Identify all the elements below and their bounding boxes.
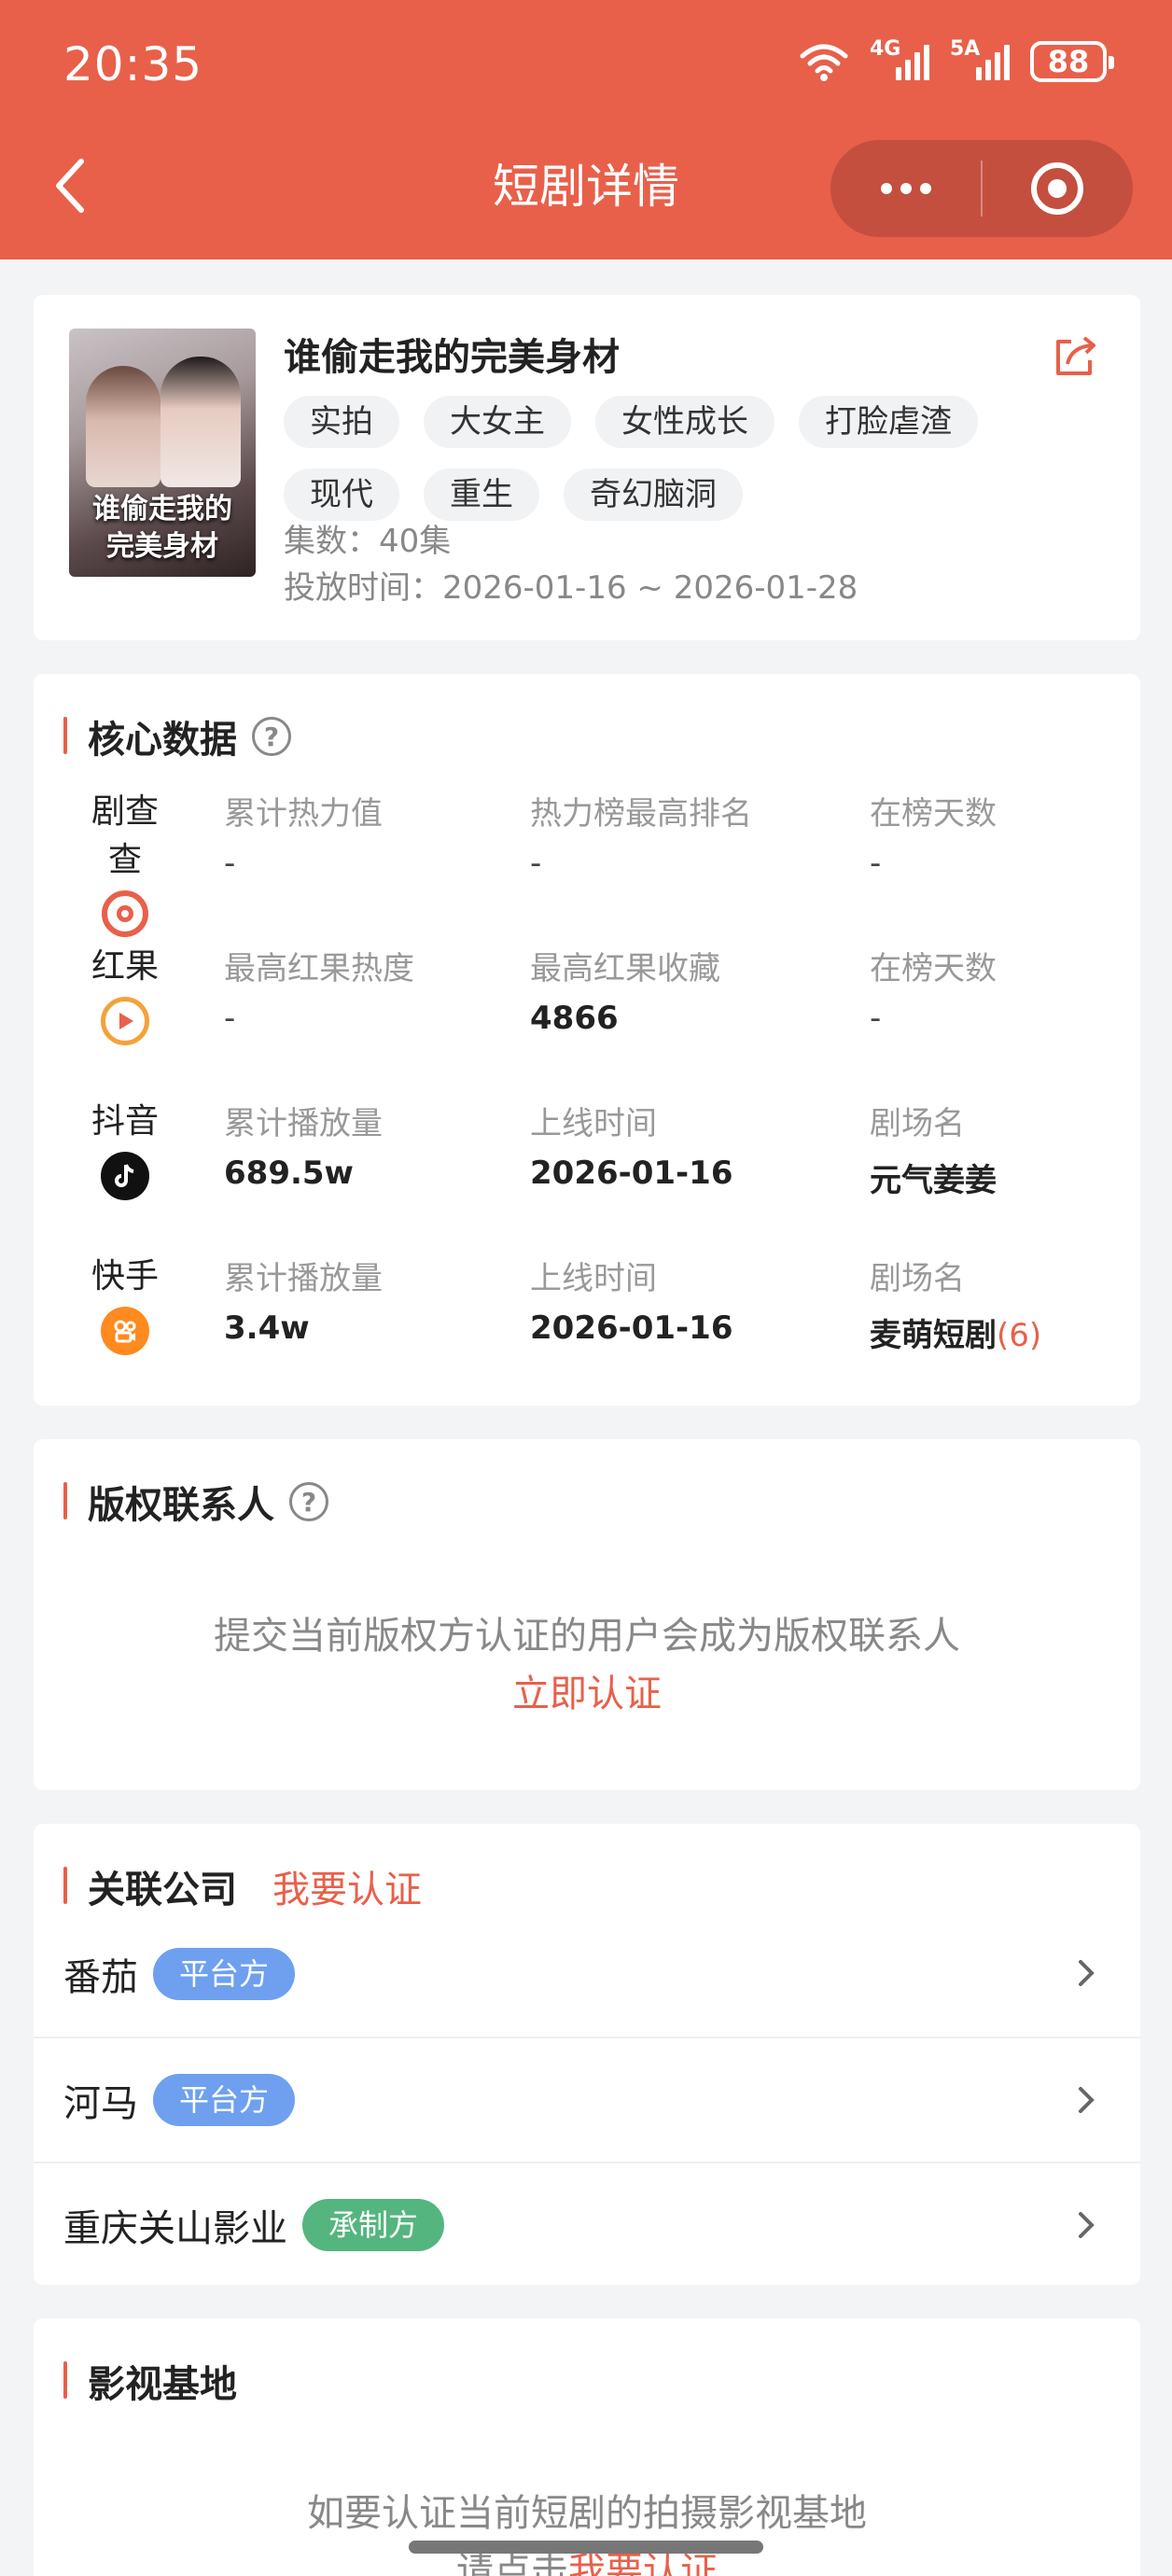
- platform-name: 剧查查: [91, 792, 159, 879]
- section-title: 版权联系人 ?: [88, 1475, 328, 1529]
- data-cell: 上线时间 2026-01-16: [530, 1260, 733, 1347]
- episode-count: 集数：40集: [284, 523, 452, 560]
- platform-row-douyin: 抖音 累计播放量 689.5w 上线时间 2026-01-16 剧场名 元气姜姜: [34, 1094, 1140, 1234]
- section-accent-bar: [63, 1482, 67, 1519]
- data-cell: 剧场名 元气姜姜: [870, 1105, 997, 1199]
- data-cell: 在榜天数 -: [870, 795, 997, 882]
- status-time: 20:35: [63, 37, 203, 91]
- studio-base-description: 如要认证当前短剧的拍摄影视基地: [307, 2492, 867, 2535]
- chevron-right-icon: [1079, 1960, 1095, 1986]
- claim-company-link[interactable]: 我要认证: [272, 1859, 422, 1913]
- battery-icon: 88: [1030, 41, 1114, 82]
- mini-program-capsule: [830, 140, 1133, 237]
- top-bar: 20:35 4G 5A 88 短剧详情: [0, 0, 1172, 259]
- company-item[interactable]: 番茄 平台方: [34, 1911, 1140, 2037]
- help-icon[interactable]: ?: [289, 1482, 328, 1521]
- tag-list: 实拍 大女主 女性成长 打脸虐渣 现代 重生 奇幻脑洞: [284, 396, 1105, 521]
- tag: 女性成长: [595, 396, 774, 448]
- company-item[interactable]: 重庆关山影业 承制方: [34, 2162, 1140, 2287]
- close-mini-program-button[interactable]: [983, 140, 1133, 237]
- company-name: 重庆关山影业: [63, 2207, 287, 2250]
- data-cell: 累计播放量 3.4w: [224, 1260, 383, 1347]
- company-name: 河马: [63, 2082, 138, 2125]
- section-accent-bar: [63, 717, 67, 754]
- more-button[interactable]: [830, 140, 981, 237]
- drama-poster[interactable]: 谁偷走我的 完美身材: [69, 329, 256, 577]
- theater-count: (6): [997, 1317, 1042, 1354]
- core-data-card: 核心数据 ? 剧查查 累计热力值 - 热力榜最高排名 - 在榜天数 - 红果 最高红果…: [34, 674, 1140, 1406]
- section-accent-bar: [63, 1867, 67, 1904]
- section-title: 影视基地: [88, 2354, 237, 2408]
- tag: 实拍: [284, 396, 399, 448]
- tag: 大女主: [424, 396, 571, 448]
- drama-title: 谁偷走我的完美身材: [284, 336, 620, 379]
- company-item[interactable]: 河马 平台方: [34, 2037, 1140, 2162]
- data-cell: 最高红果收藏 4866: [530, 950, 720, 1037]
- tag: 重生: [424, 469, 539, 521]
- juchacha-icon: [102, 890, 148, 937]
- role-badge: 平台方: [153, 2074, 296, 2126]
- release-period: 投放时间：2026-01-16 ~ 2026-01-28: [284, 569, 858, 607]
- poster-title-text: 谁偷走我的 完美身材: [92, 493, 232, 563]
- studio-base-title: 影视基地: [88, 2363, 237, 2406]
- data-cell: 在榜天数 -: [870, 950, 997, 1037]
- platform-name: 红果: [91, 947, 159, 986]
- claim-studio-link[interactable]: 我要认证: [568, 2550, 718, 2576]
- data-cell: 最高红果热度 -: [224, 950, 414, 1037]
- core-data-title: 核心数据: [88, 719, 237, 762]
- douyin-icon: [101, 1152, 149, 1200]
- data-cell: 剧场名 麦萌短剧(6): [870, 1260, 1042, 1354]
- wifi-icon: [800, 44, 848, 81]
- role-badge: 平台方: [153, 1948, 296, 2000]
- role-badge: 承制方: [302, 2199, 445, 2251]
- hongguo-icon: [101, 997, 149, 1045]
- theater-name[interactable]: 麦萌短剧: [870, 1317, 997, 1354]
- signal-5a-icon: 5A: [950, 37, 1010, 80]
- share-icon[interactable]: [1051, 332, 1099, 381]
- section-title: 核心数据 ?: [88, 709, 291, 763]
- companies-title: 关联公司: [88, 1869, 237, 1911]
- studio-base-card: 影视基地 如要认证当前短剧的拍摄影视基地 请点击我要认证: [34, 2318, 1140, 2576]
- data-cell: 累计热力值 -: [224, 795, 383, 882]
- tag: 奇幻脑洞: [564, 469, 743, 521]
- platform-name: 抖音: [91, 1102, 159, 1141]
- platform-row-kuaishou: 快手 累计播放量 3.4w 上线时间 2026-01-16 剧场名 麦萌短剧(6): [34, 1249, 1140, 1389]
- platform-row-hongguo: 红果 最高红果热度 - 最高红果收藏 4866 在榜天数 -: [34, 939, 1140, 1079]
- tag: 现代: [284, 469, 399, 521]
- drama-info-card: 谁偷走我的 完美身材 谁偷走我的完美身材 实拍 大女主 女性成长 打脸虐渣 现代…: [34, 295, 1140, 640]
- home-indicator[interactable]: [409, 2541, 763, 2554]
- data-cell: 热力榜最高排名 -: [530, 795, 752, 882]
- platform-name: 快手: [91, 1257, 159, 1295]
- related-companies-card: 关联公司 我要认证 番茄 平台方 河马 平台方 重庆关山影业 承制方: [34, 1824, 1140, 2285]
- data-cell: 累计播放量 689.5w: [224, 1105, 383, 1192]
- verify-now-link[interactable]: 立即认证: [512, 1663, 662, 1717]
- data-cell: 上线时间 2026-01-16: [530, 1105, 733, 1192]
- kuaishou-icon: [101, 1307, 149, 1355]
- tag: 打脸虐渣: [799, 396, 978, 448]
- chevron-right-icon: [1079, 2212, 1095, 2238]
- section-accent-bar: [63, 2361, 67, 2399]
- status-icons: 4G 5A 88: [799, 37, 1114, 82]
- signal-4g-icon: 4G: [870, 37, 929, 80]
- platform-row-juchacha: 剧查查 累计热力值 - 热力榜最高排名 - 在榜天数 -: [34, 784, 1140, 937]
- copyright-title: 版权联系人: [88, 1484, 274, 1527]
- chevron-right-icon: [1079, 2087, 1095, 2113]
- copyright-description: 提交当前版权方认证的用户会成为版权联系人: [214, 1615, 960, 1658]
- help-icon[interactable]: ?: [252, 717, 291, 756]
- section-title: 关联公司 我要认证: [88, 1859, 422, 1913]
- copyright-contact-card: 版权联系人 ? 提交当前版权方认证的用户会成为版权联系人 立即认证: [34, 1439, 1140, 1790]
- target-icon: [1031, 162, 1084, 215]
- company-name: 番茄: [63, 1956, 138, 1999]
- more-dots-icon: [880, 183, 931, 194]
